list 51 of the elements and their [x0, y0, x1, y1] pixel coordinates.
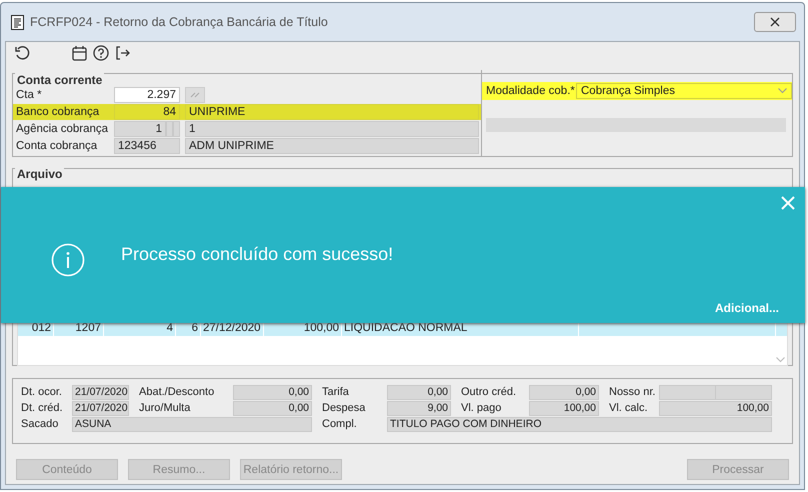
- field-label: Dt. ocor.: [20, 385, 63, 400]
- readonly-field: 1: [185, 121, 479, 137]
- readonly-field: 9,00: [387, 401, 451, 416]
- field-label: Dt. créd.: [20, 401, 64, 416]
- field-label: Cta *: [16, 89, 43, 101]
- readonly-field: ASUNA: [72, 417, 312, 432]
- field-label: Compl.: [321, 417, 358, 432]
- dropdown[interactable]: Cobrança Simples: [576, 83, 792, 99]
- document-icon: [11, 14, 24, 30]
- calendar-icon[interactable]: [72, 45, 87, 61]
- field-label: Modalidade cob.*: [486, 85, 576, 97]
- readonly-field: 21/07/2020: [72, 385, 129, 400]
- section-legend: Arquivo: [15, 167, 64, 181]
- readonly-field: 0,00: [529, 385, 599, 400]
- close-icon: [770, 17, 780, 27]
- field-label: Outro créd.: [460, 385, 518, 400]
- chevron-down-icon: [778, 88, 787, 94]
- readonly-field: UNIPRIME: [185, 104, 479, 120]
- field-label: Conta cobrança: [16, 140, 98, 152]
- field-label: Vl. calc.: [608, 401, 649, 416]
- info-icon: [51, 243, 85, 277]
- input-field[interactable]: 2.297: [114, 87, 180, 103]
- readonly-field: ADM UNIPRIME: [185, 138, 479, 154]
- readonly-field: 84: [114, 104, 180, 120]
- readonly-field: 1: [114, 121, 166, 137]
- readonly-field: 0,00: [233, 385, 312, 400]
- section-legend: Conta corrente: [15, 73, 104, 87]
- readonly-field: TITULO PAGO COM DINHEIRO: [387, 417, 772, 432]
- field-label: Tarifa: [321, 385, 350, 400]
- readonly-field: 100,00: [659, 401, 772, 416]
- help-icon[interactable]: [93, 45, 109, 61]
- field-label: Vl. pago: [460, 401, 502, 416]
- window-title: FCRFP024 - Retorno da Cobrança Bancária de Título: [30, 15, 328, 29]
- field-label: Banco cobrança: [16, 106, 100, 118]
- readonly-field: 0,00: [387, 385, 451, 400]
- field-label: Sacado: [20, 417, 60, 432]
- readonly-field: 21/07/2020: [72, 401, 129, 416]
- field-label: Despesa: [321, 401, 366, 416]
- field-label: Nosso nr.: [608, 385, 656, 400]
- readonly-field: 123456: [114, 138, 180, 154]
- exit-icon[interactable]: [115, 45, 131, 61]
- readonly-field: 0,00: [233, 401, 312, 416]
- field-label: Agência cobrança: [16, 123, 110, 135]
- field-label: Abat./Desconto: [138, 385, 216, 400]
- readonly-field: 100,00: [529, 401, 599, 416]
- notification-message: Processo concluído com sucesso!: [121, 244, 394, 265]
- field-label: Juro/Multa: [138, 401, 192, 416]
- undo-icon[interactable]: [14, 45, 30, 61]
- close-button[interactable]: [754, 12, 796, 32]
- details-link[interactable]: Adicional...: [714, 301, 779, 315]
- hatch-icon: [190, 92, 200, 98]
